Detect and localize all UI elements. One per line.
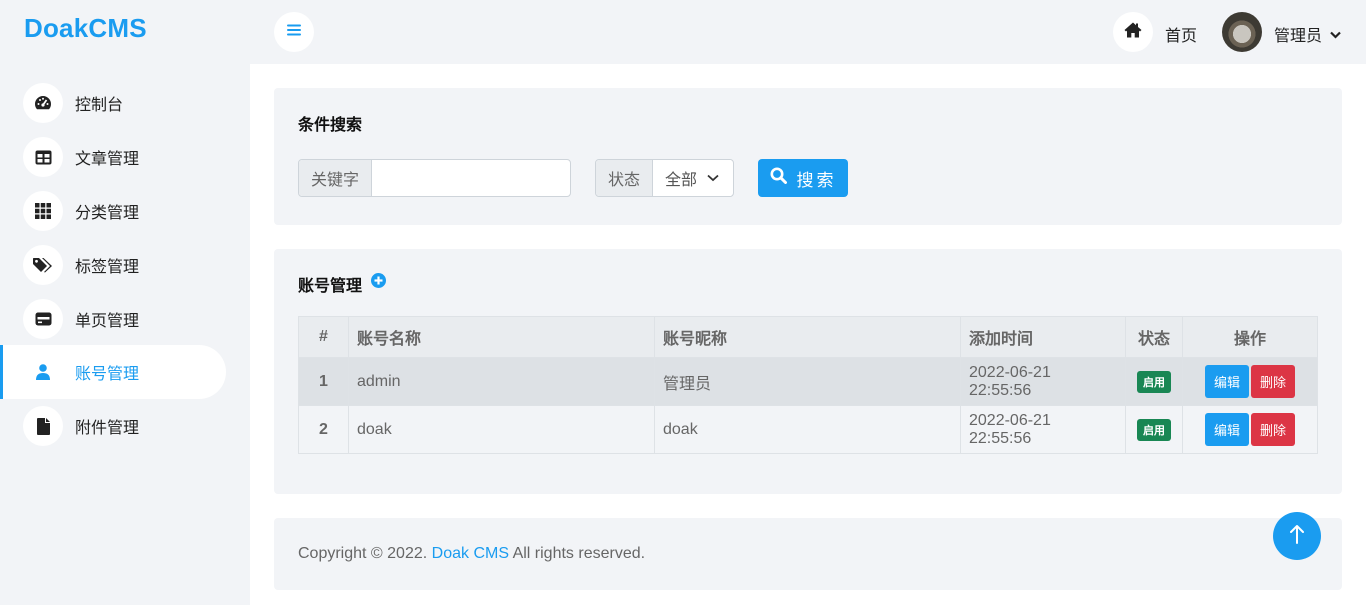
sidebar-item-label: 单页管理: [75, 313, 140, 330]
keyword-label: 关键字: [299, 160, 373, 196]
tags-icon: [23, 245, 63, 285]
keyword-input[interactable]: [372, 160, 563, 196]
gauge-icon: [23, 83, 63, 123]
user-icon: [23, 352, 63, 392]
keyword-input-group: 关键字: [298, 159, 571, 197]
search-icon: [770, 167, 797, 189]
chevron-down-icon: [697, 169, 719, 187]
copyright-prefix: Copyright © 2022.: [298, 545, 432, 562]
sidebar-item-label: 账号管理: [75, 366, 140, 383]
search-button[interactable]: 搜索: [758, 159, 848, 197]
status-label: 状态: [596, 160, 654, 196]
sidebar-item-articles[interactable]: 文章管理: [0, 130, 226, 184]
column-header: 账号名称: [348, 316, 655, 358]
add-circle-icon[interactable]: [371, 273, 386, 293]
sidebar-item-label: 文章管理: [75, 151, 140, 168]
copyright-suffix: All rights reserved.: [509, 545, 646, 562]
actions-cell: 编辑 删除: [1182, 357, 1318, 406]
home-link[interactable]: 首页: [1165, 22, 1197, 46]
sidebar-item-pages[interactable]: 单页管理: [0, 292, 226, 346]
sidebar-item-tags[interactable]: 标签管理: [0, 238, 226, 292]
grid-icon: [23, 191, 63, 231]
actions-cell: 编辑 删除: [1182, 405, 1318, 454]
avatar[interactable]: [1222, 12, 1262, 52]
footer: Copyright © 2022. Doak CMS All rights re…: [274, 518, 1342, 590]
edit-button[interactable]: 编辑: [1204, 413, 1249, 446]
copyright-text: Copyright © 2022. Doak CMS All rights re…: [298, 545, 645, 563]
top-header: 首页 管理员: [250, 0, 1366, 64]
home-button[interactable]: [1113, 12, 1153, 52]
sidebar-item-label: 附件管理: [75, 420, 140, 437]
search-card: 条件搜索 关键字 状态 全部 搜索: [274, 88, 1342, 225]
card-icon: [23, 299, 63, 339]
status-badge: 启用: [1137, 370, 1171, 393]
file-icon: [23, 406, 63, 446]
user-menu-label[interactable]: 管理员: [1274, 22, 1322, 46]
table-row: 2 doak doak 2022-06-21 22:55:56 启用 编辑 删除: [298, 405, 1318, 454]
account-name: admin: [348, 357, 655, 406]
column-header: #: [298, 316, 349, 358]
chevron-down-icon[interactable]: [1330, 26, 1341, 44]
row-id: 1: [298, 357, 349, 406]
sidebar-item-label: 控制台: [75, 97, 124, 114]
status-badge: 启用: [1137, 418, 1171, 441]
created-time: 2022-06-21 22:55:56: [960, 405, 1126, 454]
search-card-title: 条件搜索: [298, 117, 363, 134]
table-row: 1 admin 管理员 2022-06-21 22:55:56 启用 编辑 删除: [298, 357, 1318, 406]
sidebar-item-label: 分类管理: [75, 205, 140, 222]
menu-toggle-button[interactable]: [274, 12, 314, 52]
column-header: 操作: [1182, 316, 1318, 358]
table-icon: [23, 137, 63, 177]
sidebar-item-accounts[interactable]: 账号管理: [0, 345, 226, 399]
accounts-table: # 账号名称 账号昵称 添加时间 状态 操作 1 admin 管理员 2022-…: [298, 316, 1318, 454]
back-to-top-button[interactable]: [1273, 512, 1321, 560]
delete-button[interactable]: 删除: [1251, 413, 1296, 446]
column-header: 添加时间: [960, 316, 1126, 358]
hamburger-icon: [287, 23, 301, 41]
status-select-value: 全部: [665, 172, 698, 189]
table-header-row: # 账号名称 账号昵称 添加时间 状态 操作: [298, 316, 1318, 358]
sidebar-item-label: 标签管理: [75, 259, 140, 276]
search-button-label: 搜索: [796, 170, 837, 190]
status-cell: 启用: [1125, 405, 1183, 454]
footer-link[interactable]: Doak CMS: [432, 545, 509, 562]
sidebar: DoakCMS 控制台 文章管理 分类管理 标签管理 单页管理 账号管理 附件管…: [0, 0, 250, 605]
column-header: 账号昵称: [654, 316, 961, 358]
account-name: doak: [348, 405, 655, 454]
sidebar-item-attachments[interactable]: 附件管理: [0, 399, 226, 453]
home-icon: [1124, 22, 1142, 43]
brand-logo[interactable]: DoakCMS: [24, 13, 147, 44]
sidebar-item-dashboard[interactable]: 控制台: [0, 76, 226, 130]
status-input-group: 状态 全部: [595, 159, 734, 197]
created-time: 2022-06-21 22:55:56: [960, 357, 1126, 406]
column-header: 状态: [1125, 316, 1183, 358]
accounts-card: 账号管理 # 账号名称 账号昵称 添加时间 状态 操作 1 admin 管理员 …: [274, 249, 1342, 494]
edit-button[interactable]: 编辑: [1204, 365, 1249, 398]
arrow-up-icon: [1290, 524, 1304, 549]
sidebar-item-categories[interactable]: 分类管理: [0, 184, 226, 238]
status-select[interactable]: 全部: [653, 160, 732, 196]
accounts-card-title: 账号管理: [298, 278, 363, 295]
account-nickname: doak: [654, 405, 961, 454]
status-cell: 启用: [1125, 357, 1183, 406]
delete-button[interactable]: 删除: [1251, 365, 1296, 398]
account-nickname: 管理员: [654, 357, 961, 406]
row-id: 2: [298, 405, 349, 454]
